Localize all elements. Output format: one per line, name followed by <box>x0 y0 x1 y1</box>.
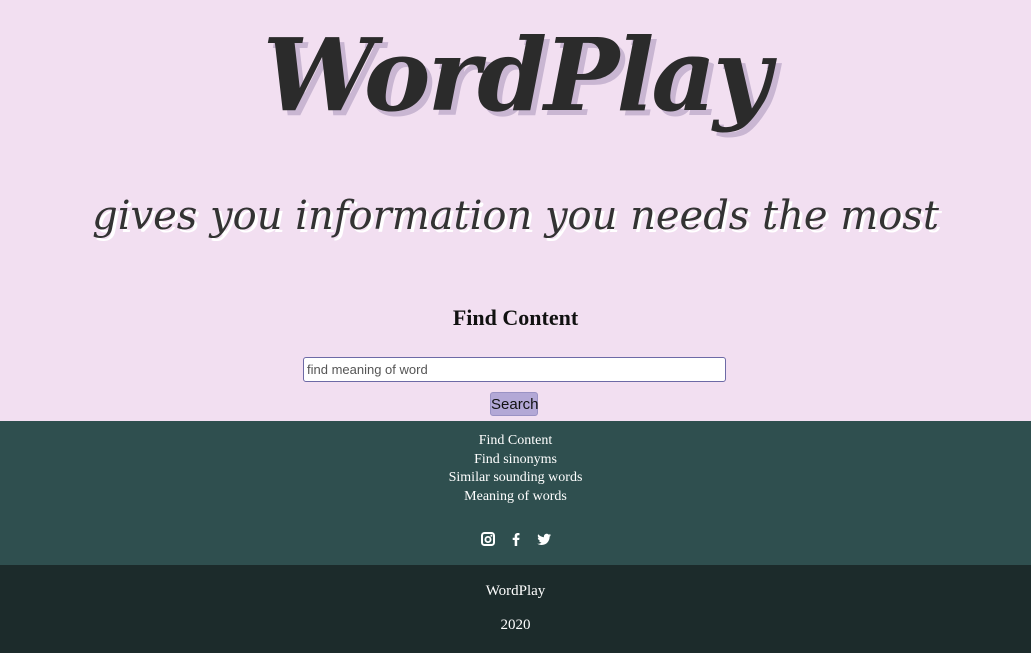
footer-link-similar-sounding-words[interactable]: Similar sounding words <box>0 469 1031 488</box>
twitter-icon[interactable] <box>536 531 552 547</box>
find-content-heading: Find Content <box>452 305 579 330</box>
search-button[interactable]: Search <box>490 392 539 416</box>
footer-link-find-content[interactable]: Find Content <box>0 432 1031 451</box>
social-icons <box>0 530 1031 548</box>
footer-year: 2020 <box>500 617 531 633</box>
footer-link-meaning-of-words[interactable]: Meaning of words <box>0 488 1031 507</box>
tagline: gives you information you needs the most <box>92 193 939 239</box>
bottom-footer: WordPlay 2020 <box>0 565 1031 653</box>
search-input[interactable] <box>303 357 726 382</box>
facebook-icon[interactable] <box>508 531 524 547</box>
brand-logo-title: WordPlay <box>262 16 772 134</box>
instagram-icon[interactable] <box>480 531 496 547</box>
footer-links-section: Find Content Find sinonyms Similar sound… <box>0 421 1031 565</box>
footer-brand: WordPlay <box>485 583 546 599</box>
footer-link-find-synonyms[interactable]: Find sinonyms <box>0 451 1031 470</box>
hero-section: WordPlay gives you information you needs… <box>0 0 1031 421</box>
footer-nav-list: Find Content Find sinonyms Similar sound… <box>0 432 1031 506</box>
